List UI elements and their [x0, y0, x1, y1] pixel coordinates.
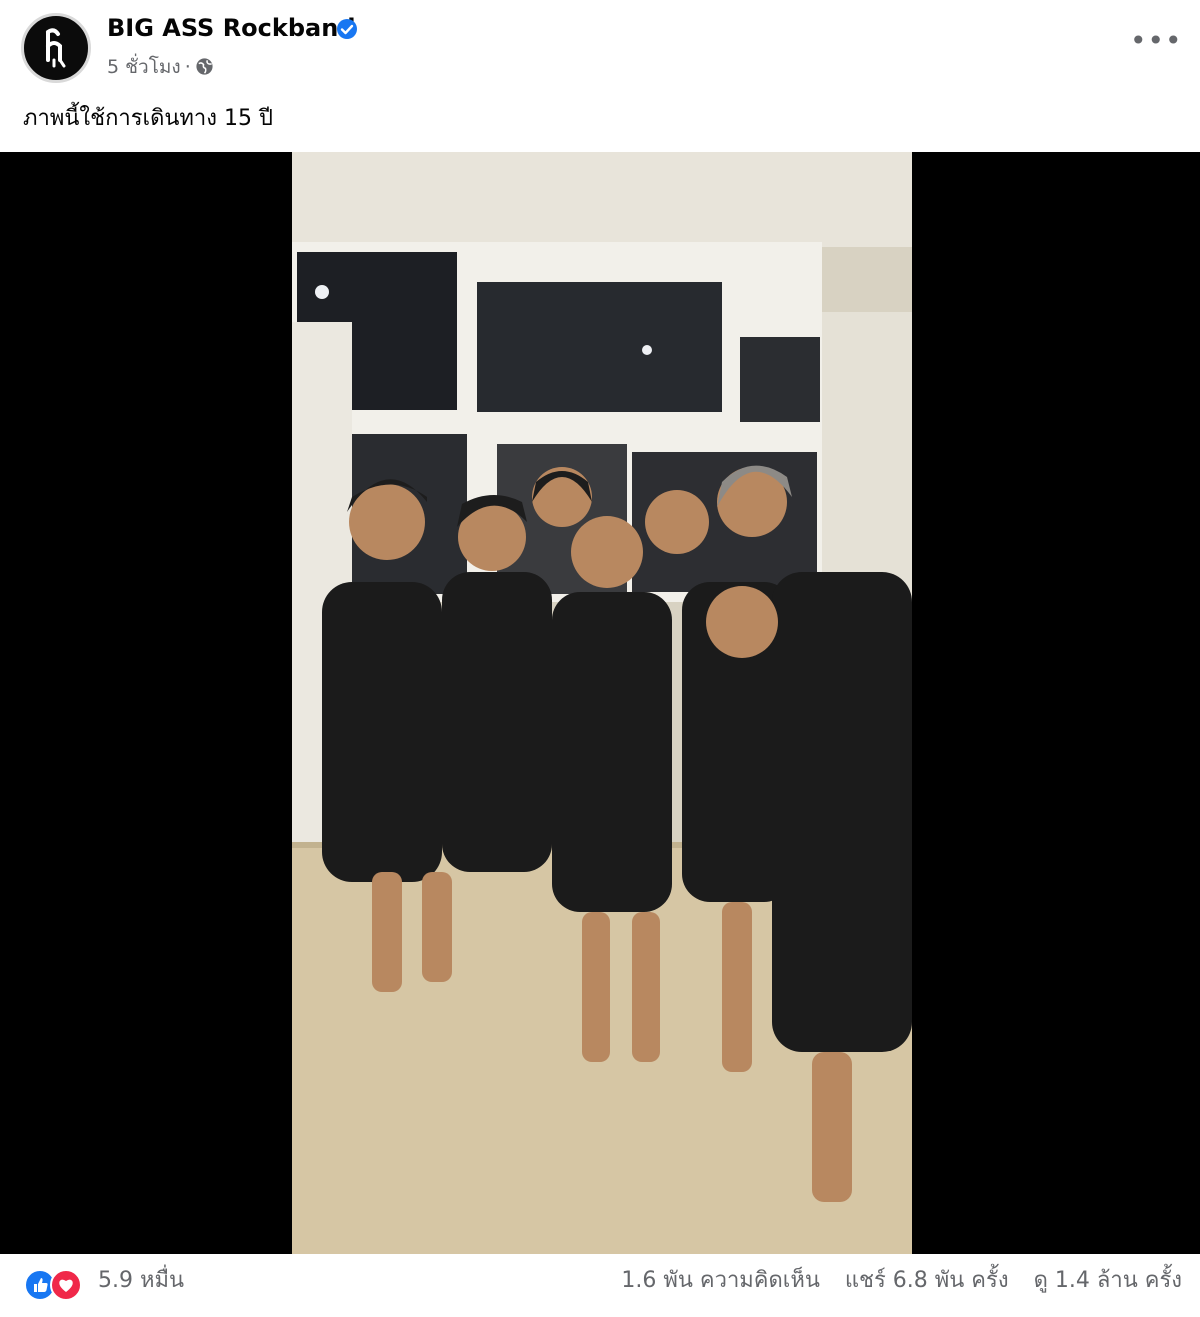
verified-badge-icon	[337, 19, 357, 39]
shares-count[interactable]: แชร์ 6.8 พัน ครั้ง	[845, 1268, 1009, 1293]
love-icon	[50, 1269, 82, 1301]
post-meta: 5 ชั่วโมง ·	[107, 52, 214, 82]
group-photo	[292, 152, 912, 1254]
post-caption: ภาพนี้ใช้การเดินทาง 15 ปี	[23, 106, 273, 131]
page-name-link[interactable]: BIG ASS Rockband	[107, 14, 356, 42]
page-avatar[interactable]	[21, 13, 91, 83]
post-header: BIG ASS Rockband 5 ชั่วโมง · •••	[0, 0, 1200, 96]
post-stats: 1.6 พัน ความคิดเห็น แชร์ 6.8 พัน ครั้ง ด…	[603, 1262, 1182, 1297]
post-timestamp[interactable]: 5 ชั่วโมง	[107, 56, 181, 78]
globe-icon	[196, 58, 213, 75]
post-media[interactable]	[0, 152, 1200, 1254]
comments-count[interactable]: 1.6 พัน ความคิดเห็น	[621, 1268, 820, 1293]
meta-separator: ·	[184, 56, 191, 78]
reaction-count[interactable]: 5.9 หมื่น	[98, 1262, 184, 1297]
reaction-icons[interactable]	[24, 1269, 88, 1303]
band-logo	[46, 28, 66, 68]
post-photo[interactable]	[292, 152, 912, 1254]
views-count[interactable]: ดู 1.4 ล้าน ครั้ง	[1034, 1268, 1182, 1293]
more-options-icon[interactable]: •••	[1130, 24, 1182, 64]
